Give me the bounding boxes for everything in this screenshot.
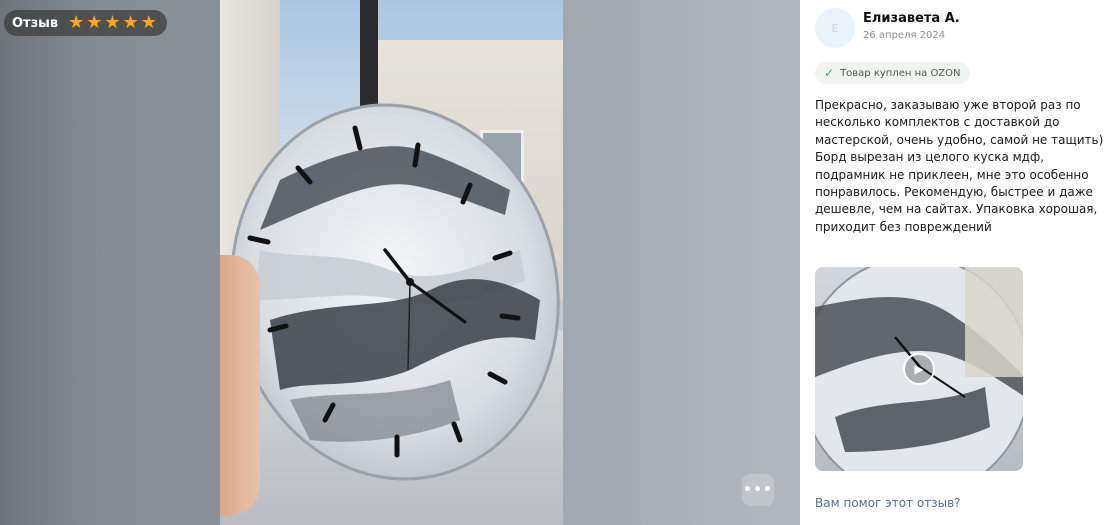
review-text: Прекрасно, заказываю уже второй раз по н… [815, 98, 1104, 234]
purchase-verified-label: Товар куплен на OZON [840, 67, 961, 79]
play-icon[interactable]: ▶ [903, 353, 935, 385]
star-icon: ★ [122, 12, 139, 33]
media-viewer: Отзыв ★ ★ ★ ★ ★ ••• [0, 0, 800, 525]
avatar-letter: Е [831, 21, 839, 35]
star-icon: ★ [104, 12, 121, 33]
check-icon: ✓ [824, 66, 835, 80]
review-rating-badge: Отзыв ★ ★ ★ ★ ★ [4, 10, 167, 36]
review-video-thumbnail[interactable]: ▶ [815, 267, 1023, 471]
star-icon: ★ [68, 12, 85, 33]
clock-image [230, 103, 560, 481]
review-badge-label: Отзыв [12, 15, 59, 31]
more-dots-icon: ••• [743, 482, 773, 498]
star-icon: ★ [86, 12, 103, 33]
helpful-question: Вам помог этот отзыв? [815, 496, 961, 510]
more-options-button[interactable]: ••• [742, 474, 774, 506]
review-panel: Е Елизавета А. 26 апреля 2024 ✓ Товар ку… [800, 0, 1120, 525]
review-author[interactable]: Елизавета А. [863, 11, 960, 26]
review-photo [220, 0, 563, 525]
purchase-verified-badge: ✓ Товар куплен на OZON [815, 62, 970, 84]
avatar: Е [815, 8, 855, 48]
review-date: 26 апреля 2024 [863, 30, 946, 41]
star-icon: ★ [140, 12, 157, 33]
